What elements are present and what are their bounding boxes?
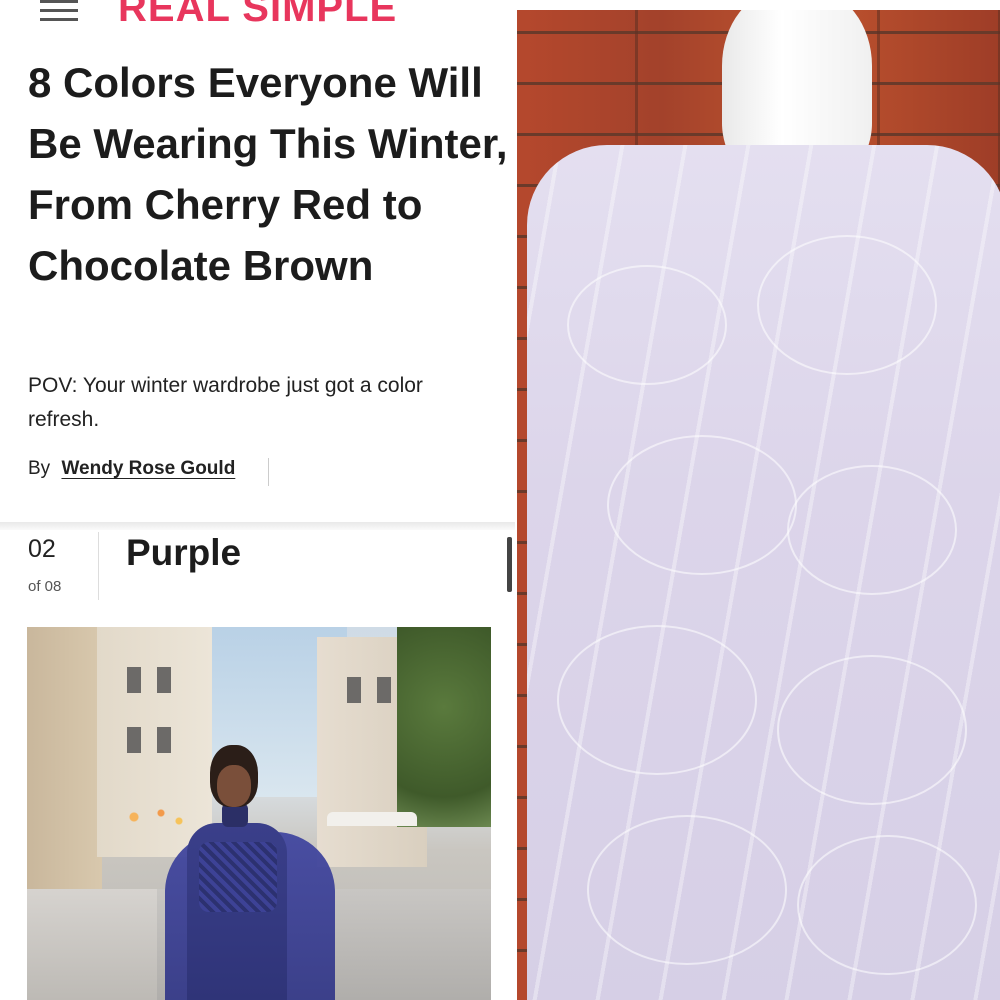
brand-logo[interactable]: REAL SIMPLE <box>118 0 397 30</box>
street-style-photo <box>27 627 491 1000</box>
site-header: REAL SIMPLE <box>0 0 515 30</box>
slide-number: 02 <box>28 535 56 563</box>
lavender-blouse-photo <box>517 10 1000 1000</box>
article-panel: REAL SIMPLE 8 Colors Everyone Will Be We… <box>0 0 515 1000</box>
byline: By Wendy Rose Gould <box>28 458 235 480</box>
slide-divider <box>98 532 99 600</box>
article-dek: POV: Your winter wardrobe just got a col… <box>28 374 423 431</box>
hamburger-menu-icon[interactable] <box>40 0 78 22</box>
article-headline: 8 Colors Everyone Will Be Wearing This W… <box>28 59 508 289</box>
byline-divider <box>268 458 269 486</box>
section-separator <box>0 522 515 530</box>
slide-title: Purple <box>126 532 242 573</box>
scrollbar[interactable] <box>507 537 512 592</box>
ruffled-blouse <box>527 145 1000 1000</box>
slide-total: of 08 <box>28 578 62 595</box>
author-link[interactable]: Wendy Rose Gould <box>61 458 235 479</box>
byline-prefix: By <box>28 458 51 479</box>
